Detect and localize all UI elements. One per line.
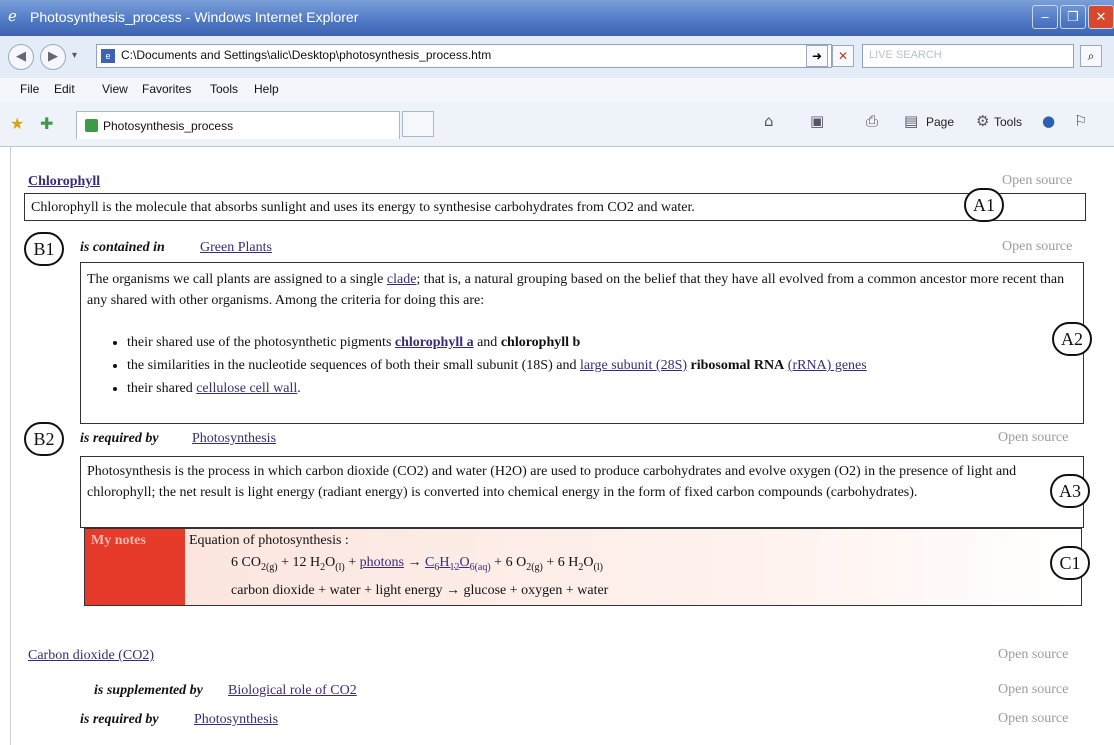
home-icon[interactable]: ⌂	[764, 112, 774, 130]
criteria-list: their shared use of the photosynthetic p…	[81, 331, 1081, 400]
list-item: the similarities in the nucleotide seque…	[127, 354, 1081, 377]
feeds-icon[interactable]: ▣	[810, 112, 824, 130]
open-source-link-1[interactable]: Open source	[1002, 173, 1072, 189]
open-source-link-2[interactable]: Open source	[1002, 239, 1072, 255]
word-equation: carbon dioxide + water + light energy → …	[231, 583, 609, 598]
relation-required-by: is required by	[80, 431, 159, 446]
address-toolbar: ◀ ▶ ▾ e C:\Documents and Settings\alic\D…	[0, 36, 1114, 79]
relation-contained-in: is contained in	[80, 240, 165, 255]
photosynthesis-equation: 6 CO2(g) + 12 H2O(l) + photons → C6H12O6…	[231, 555, 603, 573]
photosynthesis-box: Photosynthesis is the process in which c…	[80, 456, 1084, 528]
annotation-a1: A1	[964, 188, 1004, 222]
photons-link[interactable]: photons	[360, 555, 404, 570]
close-window-button[interactable]: ✕	[1088, 5, 1114, 29]
add-favorites-icon[interactable]: ✚	[40, 114, 53, 133]
green-plants-box: The organisms we call plants are assigne…	[80, 262, 1084, 424]
open-source-link-3[interactable]: Open source	[998, 430, 1068, 446]
biological-role-co2-link[interactable]: Biological role of CO2	[228, 683, 357, 699]
go-button[interactable]: ➜	[806, 45, 828, 67]
new-tab-button[interactable]	[402, 111, 434, 137]
address-text: C:\Documents and Settings\alic\Desktop\p…	[121, 48, 492, 62]
chlorophyll-definition-box: Chlorophyll is the molecule that absorbs…	[24, 193, 1086, 221]
menu-file[interactable]: File	[20, 82, 39, 96]
research-icon[interactable]: ⚐	[1074, 112, 1087, 130]
chlorophyll-definition: Chlorophyll is the molecule that absorbs…	[31, 200, 695, 215]
help-icon[interactable]: ●	[1042, 112, 1055, 130]
annotation-a3: A3	[1050, 474, 1090, 508]
tab-photosynthesis[interactable]: Photosynthesis_process	[76, 111, 400, 139]
stop-button[interactable]: ✕	[832, 45, 854, 67]
menu-tools[interactable]: Tools	[210, 82, 238, 96]
history-dropdown-icon[interactable]: ▾	[72, 50, 77, 61]
search-input[interactable]: LIVE SEARCH	[862, 44, 1074, 68]
annotation-a2: A2	[1052, 322, 1092, 356]
annotation-b2: B2	[24, 422, 64, 456]
page-menu-icon[interactable]: ▤	[904, 112, 918, 130]
green-plants-link[interactable]: Green Plants	[200, 240, 272, 256]
print-icon[interactable]: ⎙	[866, 112, 878, 130]
address-bar[interactable]: e C:\Documents and Settings\alic\Desktop…	[96, 44, 832, 68]
tools-menu-label[interactable]: Tools	[994, 115, 1022, 129]
annotation-c1: C1	[1050, 546, 1090, 580]
photosynthesis-link[interactable]: Photosynthesis	[192, 431, 276, 447]
my-notes-box: My notes Equation of photosynthesis : 6 …	[84, 528, 1082, 606]
maximize-button[interactable]: ❐	[1060, 5, 1086, 29]
notes-heading: Equation of photosynthesis :	[189, 533, 349, 548]
green-plants-text: The organisms we call plants are assigne…	[87, 269, 1071, 311]
search-icon[interactable]: ⌕	[1080, 45, 1102, 67]
rrna-genes-link[interactable]: (rRNA) genes	[788, 358, 867, 373]
open-source-link-5[interactable]: Open source	[998, 682, 1068, 698]
relation-supplemented-by: is supplemented by	[94, 683, 203, 698]
open-source-link-4[interactable]: Open source	[998, 647, 1068, 663]
chlorophyll-a-link[interactable]: chlorophyll a	[395, 335, 474, 350]
menu-favorites[interactable]: Favorites	[142, 82, 191, 96]
clade-link[interactable]: clade	[387, 272, 417, 287]
clade-text-a: The organisms we call plants are assigne…	[87, 272, 384, 287]
tab-label: Photosynthesis_process	[103, 119, 234, 133]
forward-button[interactable]: ▶	[40, 44, 66, 70]
relation-required-by-2: is required by	[80, 712, 159, 727]
tab-bar: ★ ✚ Photosynthesis_process ⌂ ▣ ⎙ ▤ Page …	[0, 102, 1114, 147]
minimize-button[interactable]: –	[1032, 5, 1058, 29]
favorites-star-icon[interactable]: ★	[10, 114, 24, 133]
window-title: Photosynthesis_process - Windows Interne…	[30, 9, 359, 25]
page-icon: e	[101, 49, 115, 63]
ie-icon: ℯ	[8, 9, 17, 25]
menu-edit[interactable]: Edit	[54, 82, 75, 96]
menu-bar: File Edit View Favorites Tools Help	[0, 78, 1114, 103]
photosynthesis-link-2[interactable]: Photosynthesis	[194, 712, 278, 728]
menu-help[interactable]: Help	[254, 82, 279, 96]
page-left-border	[0, 146, 11, 745]
annotation-b1: B1	[24, 232, 64, 266]
tab-page-icon	[85, 119, 98, 132]
list-item: their shared cellulose cell wall.	[127, 377, 1081, 400]
menu-view[interactable]: View	[102, 82, 128, 96]
window-titlebar: ℯ Photosynthesis_process - Windows Inter…	[0, 0, 1114, 36]
list-item: their shared use of the photosynthetic p…	[127, 331, 1081, 354]
my-notes-tag: My notes	[85, 529, 185, 605]
large-subunit-link[interactable]: large subunit (28S)	[580, 358, 687, 373]
back-button[interactable]: ◀	[8, 44, 34, 70]
carbon-dioxide-title-link[interactable]: Carbon dioxide (CO2)	[28, 648, 154, 664]
photosynthesis-text: Photosynthesis is the process in which c…	[87, 464, 1017, 500]
page-menu-label[interactable]: Page	[926, 115, 954, 129]
glucose-formula-link[interactable]: C6H12O6(aq)	[425, 555, 491, 573]
open-source-link-6[interactable]: Open source	[998, 711, 1068, 727]
chlorophyll-title-link[interactable]: Chlorophyll	[28, 174, 100, 190]
cellulose-link[interactable]: cellulose cell wall	[196, 381, 297, 396]
tools-gear-icon[interactable]: ⚙	[976, 112, 989, 130]
